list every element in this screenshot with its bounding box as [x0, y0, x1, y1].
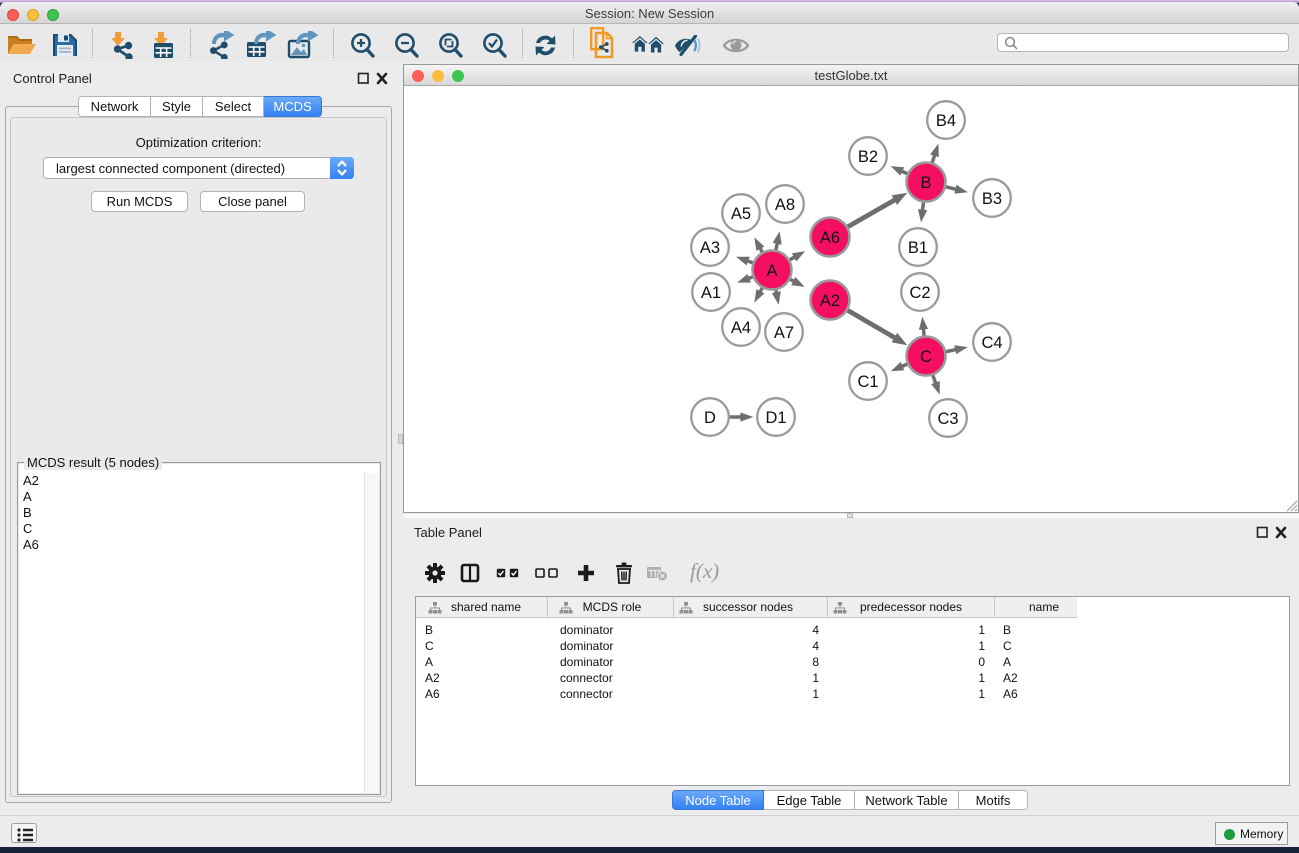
- svg-text:A4: A4: [731, 319, 751, 337]
- svg-text:C2: C2: [909, 284, 930, 302]
- svg-text:B1: B1: [908, 239, 928, 257]
- svg-text:B: B: [920, 174, 931, 192]
- svg-text:C4: C4: [981, 334, 1002, 352]
- svg-text:D1: D1: [765, 409, 786, 427]
- svg-text:B3: B3: [982, 190, 1002, 208]
- svg-text:C3: C3: [937, 410, 958, 428]
- svg-text:A3: A3: [700, 239, 720, 257]
- svg-text:A5: A5: [731, 205, 751, 223]
- svg-text:D: D: [704, 409, 716, 427]
- svg-text:B4: B4: [936, 112, 956, 130]
- svg-text:A7: A7: [774, 324, 794, 342]
- svg-text:C1: C1: [857, 373, 878, 391]
- svg-text:A8: A8: [775, 196, 795, 214]
- svg-text:B2: B2: [858, 148, 878, 166]
- svg-text:A1: A1: [701, 284, 721, 302]
- svg-text:A2: A2: [820, 292, 840, 310]
- svg-text:A: A: [766, 262, 777, 280]
- svg-text:A6: A6: [820, 229, 840, 247]
- svg-text:C: C: [920, 348, 932, 366]
